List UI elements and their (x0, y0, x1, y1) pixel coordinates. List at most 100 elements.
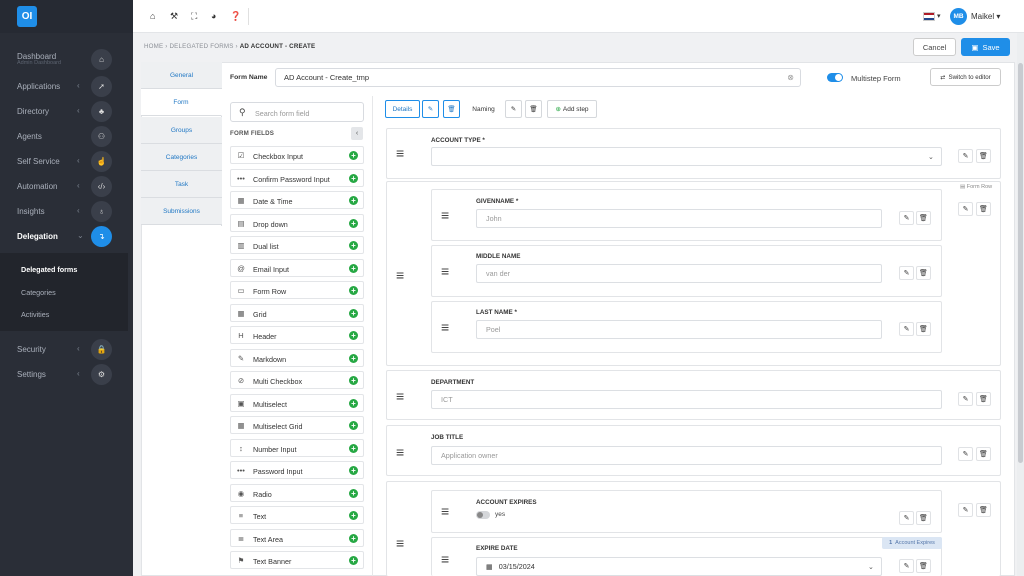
add-icon[interactable]: + (349, 511, 358, 520)
trash-icon[interactable]: 🗑 (916, 266, 931, 280)
add-icon[interactable]: + (349, 466, 358, 475)
collapse-icon[interactable]: ‹ (351, 127, 363, 140)
add-icon[interactable]: + (349, 331, 358, 340)
palette-item-header[interactable]: H Header + (230, 326, 364, 344)
help-icon[interactable]: ❓ (230, 11, 241, 22)
trash-icon[interactable]: 🗑 (916, 511, 931, 525)
job-title-input[interactable]: Application owner (431, 446, 942, 465)
language-caret-icon[interactable]: ▾ (937, 12, 941, 20)
add-icon[interactable]: + (349, 443, 358, 453)
palette-item-email-input[interactable]: @ Email Input + (230, 258, 364, 277)
sidebar-item-settings[interactable]: Settings ‹ ⚙ (0, 363, 133, 385)
trash-icon[interactable]: 🗑 (525, 100, 542, 118)
sidebar-item-delegation[interactable]: Delegation ⌄ ↴ (0, 225, 133, 247)
department-input[interactable]: ICT (431, 390, 942, 409)
givenname-input[interactable]: John (476, 209, 882, 228)
multistep-toggle[interactable] (827, 73, 843, 82)
palette-item-confirm-password-input[interactable]: ••• Confirm Password Input + (230, 168, 364, 187)
trash-icon[interactable]: 🗑 (976, 202, 991, 216)
add-icon[interactable]: + (349, 533, 358, 543)
tab-submissions[interactable]: Submissions (141, 198, 222, 225)
add-icon[interactable]: + (349, 263, 358, 273)
switch-to-editor-button[interactable]: ⇄ Switch to editor (930, 68, 1001, 86)
step-details[interactable]: Details (385, 100, 420, 118)
palette-item-date-time[interactable]: ▦ Date & Time + (230, 191, 364, 209)
add-icon[interactable]: + (349, 173, 358, 183)
trash-icon[interactable]: 🗑 (976, 149, 991, 163)
trash-icon[interactable]: 🗑 (916, 211, 931, 225)
search-input[interactable]: ⚲ Search form field (230, 102, 364, 122)
palette-item-checkbox-input[interactable]: ☑ Checkbox Input + (230, 146, 364, 164)
app-logo[interactable]: OI (17, 6, 37, 27)
palette-item-drop-down[interactable]: ▤ Drop down + (230, 213, 364, 232)
add-icon[interactable]: + (349, 218, 358, 228)
breadcrumb-section[interactable]: DELEGATED FORMS (169, 43, 233, 50)
edit-icon[interactable]: ✎ (958, 447, 973, 461)
account-expires-toggle[interactable] (476, 511, 490, 519)
trash-icon[interactable]: 🗑 (976, 503, 991, 517)
add-icon[interactable]: + (349, 421, 358, 430)
palette-item-multi-checkbox[interactable]: ⊘ Multi Checkbox + (230, 371, 364, 389)
edit-icon[interactable]: ✎ (899, 511, 914, 525)
drag-handle-icon[interactable]: ≡ (441, 264, 449, 278)
sidebar-item-security[interactable]: Security ‹ 🔒 (0, 338, 133, 360)
sidebar-item-automation[interactable]: Automation ‹ ‹/› (0, 175, 133, 197)
field-card-account-expires[interactable] (431, 490, 942, 533)
subnav-item-categories[interactable]: Categories (21, 288, 56, 297)
drag-handle-icon[interactable]: ≡ (396, 445, 404, 459)
add-step-button[interactable]: ⊕ Add step (547, 100, 597, 118)
palette-item-number-input[interactable]: ↕ Number Input + (230, 438, 364, 457)
edit-icon[interactable]: ✎ (505, 100, 522, 118)
add-icon[interactable]: + (349, 488, 358, 498)
drag-handle-icon[interactable]: ≡ (441, 552, 449, 566)
palette-item-grid[interactable]: ▦ Grid + (230, 303, 364, 322)
sidebar-item-self-service[interactable]: Self Service ‹ ☝ (0, 150, 133, 172)
edit-icon[interactable]: ✎ (422, 100, 439, 118)
tab-categories[interactable]: Categories (141, 144, 222, 171)
add-icon[interactable]: + (349, 398, 358, 408)
trash-icon[interactable]: 🗑 (443, 100, 460, 118)
edit-icon[interactable]: ✎ (899, 266, 914, 280)
add-icon[interactable]: + (349, 308, 358, 318)
trash-icon[interactable]: 🗑 (916, 559, 931, 573)
palette-item-password-input[interactable]: ••• Password Input + (230, 461, 364, 479)
step-naming[interactable]: Naming (465, 100, 502, 118)
drag-handle-icon[interactable]: ≡ (396, 146, 404, 160)
add-icon[interactable]: + (349, 151, 358, 160)
add-icon[interactable]: + (349, 241, 358, 250)
trash-icon[interactable]: 🗑 (976, 392, 991, 406)
palette-item-multiselect-grid[interactable]: ▦ Multiselect Grid + (230, 416, 364, 434)
tab-general[interactable]: General (141, 62, 222, 89)
drag-handle-icon[interactable]: ≡ (441, 504, 449, 518)
drag-handle-icon[interactable]: ≡ (396, 389, 404, 403)
add-icon[interactable]: + (349, 376, 358, 385)
middlename-input[interactable]: van der (476, 264, 882, 283)
tab-task[interactable]: Task (141, 171, 222, 198)
palette-item-form-row[interactable]: ▭ Form Row + (230, 281, 364, 299)
add-icon[interactable]: + (349, 353, 358, 363)
lastname-input[interactable]: Poel (476, 320, 882, 339)
home-icon[interactable]: ⌂ (150, 11, 155, 21)
drag-handle-icon[interactable]: ≡ (441, 320, 449, 334)
palette-item-radio[interactable]: ◉ Radio + (230, 483, 364, 502)
palette-item-text-area[interactable]: ≣ Text Area + (230, 528, 364, 547)
sidebar-item-agents[interactable]: Agents ⚇ (0, 125, 133, 147)
save-button[interactable]: ▣ Save (961, 38, 1010, 56)
subnav-item-activities[interactable]: Activities (21, 310, 49, 319)
tab-form[interactable]: Form (141, 89, 222, 116)
palette-item-dual-list[interactable]: ▥ Dual list + (230, 236, 364, 254)
palette-item-text[interactable]: ≡ Text + (230, 506, 364, 524)
sidebar-item-insights[interactable]: Insights ‹ ♁ (0, 200, 133, 222)
clear-icon[interactable]: ⊗ (787, 73, 794, 82)
tasks-icon[interactable]: ⛶ (191, 11, 197, 22)
edit-icon[interactable]: ✎ (899, 322, 914, 336)
breadcrumb-home[interactable]: HOME (144, 43, 163, 50)
user-menu[interactable]: Maikel ▾ (971, 12, 1000, 21)
cancel-button[interactable]: Cancel (913, 38, 956, 56)
avatar[interactable]: MB (950, 8, 967, 25)
trash-icon[interactable]: 🗑 (976, 447, 991, 461)
trash-icon[interactable]: 🗑 (916, 322, 931, 336)
palette-item-multiselect[interactable]: ▣ Multiselect + (230, 393, 364, 412)
sidebar-item-directory[interactable]: Directory ‹ ♣ (0, 100, 133, 122)
add-icon[interactable]: + (349, 556, 358, 565)
